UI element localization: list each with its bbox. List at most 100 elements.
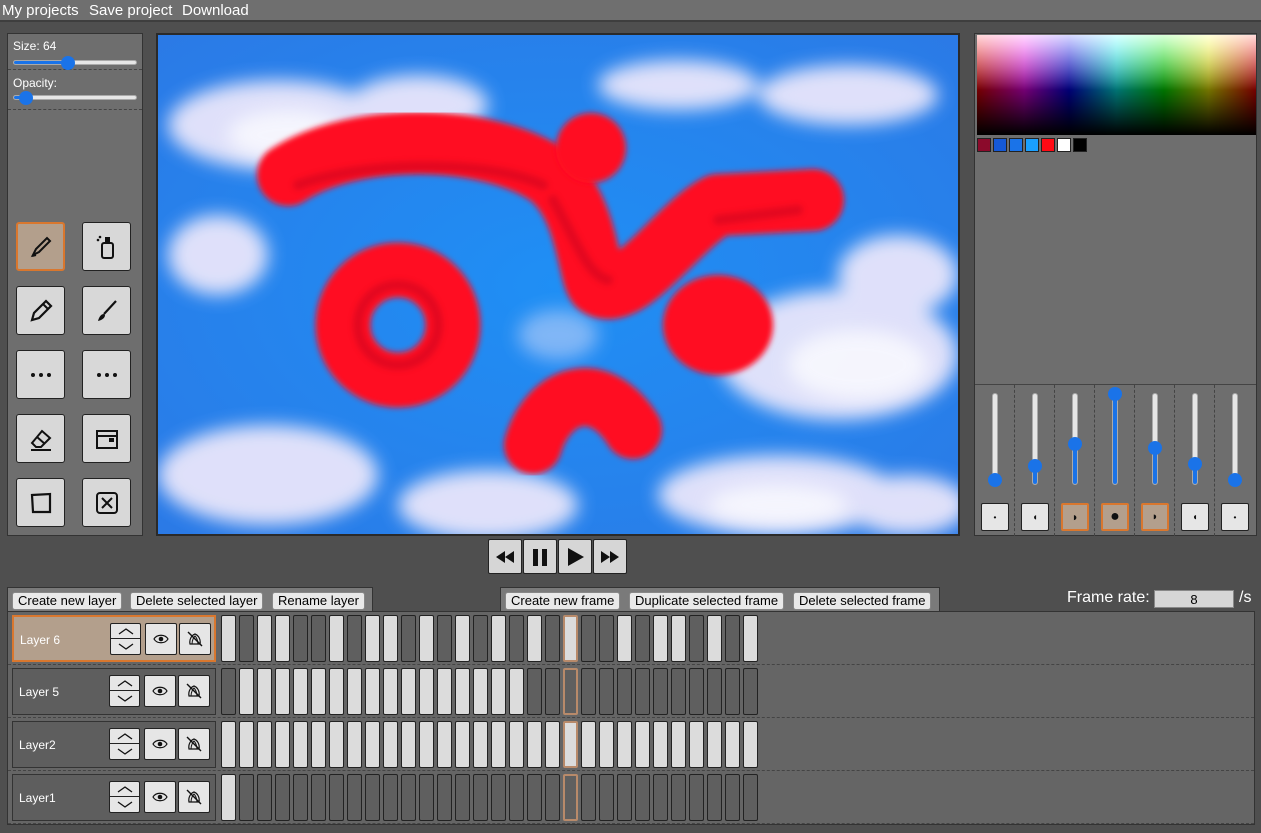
layer-card[interactable]: Layer2: [12, 721, 216, 768]
frame-cell[interactable]: [401, 615, 416, 662]
frame-cell[interactable]: [257, 668, 272, 715]
layer-card[interactable]: Layer 5: [12, 668, 216, 715]
frame-cell[interactable]: [743, 721, 758, 768]
frame-cell[interactable]: [419, 615, 434, 662]
create-frame-button[interactable]: Create new frame: [505, 592, 621, 610]
frame-cell[interactable]: [527, 615, 542, 662]
menu-download[interactable]: Download: [182, 2, 249, 19]
frame-cell[interactable]: [635, 774, 650, 821]
frame-cell[interactable]: [743, 668, 758, 715]
layer-card[interactable]: Layer1: [12, 774, 216, 821]
frame-cell[interactable]: [419, 774, 434, 821]
color-swatch[interactable]: [1057, 138, 1071, 152]
frame-cell[interactable]: [221, 774, 236, 821]
frame-cell[interactable]: [599, 774, 614, 821]
frame-cell[interactable]: [599, 668, 614, 715]
opacity-slider[interactable]: [13, 91, 137, 105]
frame-cell[interactable]: [563, 774, 578, 821]
frame-cell[interactable]: [545, 774, 560, 821]
brush-level-slider[interactable]: [1028, 393, 1042, 485]
frame-cell[interactable]: [239, 721, 254, 768]
frame-cell[interactable]: [383, 615, 398, 662]
brush-level-slider[interactable]: [1068, 393, 1082, 485]
brush-shape-button[interactable]: ◗: [1061, 503, 1089, 531]
opacity-slider-thumb[interactable]: [19, 91, 34, 105]
frame-cell[interactable]: [563, 721, 578, 768]
brush-shape-button[interactable]: ◖: [1181, 503, 1209, 531]
frame-cell[interactable]: [383, 774, 398, 821]
pause-button[interactable]: [523, 539, 557, 574]
frame-cell[interactable]: [437, 615, 452, 662]
brush-level-slider[interactable]: [1188, 393, 1202, 485]
frame-cell[interactable]: [635, 668, 650, 715]
frame-cell[interactable]: [473, 774, 488, 821]
frame-cell[interactable]: [383, 668, 398, 715]
frame-cell[interactable]: [221, 721, 236, 768]
rewind-button[interactable]: [488, 539, 522, 574]
toggle-visibility-button[interactable]: [145, 623, 177, 655]
frame-cell[interactable]: [365, 615, 380, 662]
frame-cell[interactable]: [725, 668, 740, 715]
menu-my-projects[interactable]: My projects: [2, 2, 79, 19]
menu-save-project[interactable]: Save project: [89, 2, 172, 19]
frame-cell[interactable]: [275, 668, 290, 715]
size-slider-thumb[interactable]: [60, 56, 75, 70]
move-layer-up-button[interactable]: [110, 782, 139, 797]
color-swatch[interactable]: [977, 138, 991, 152]
frame-cell[interactable]: [293, 774, 308, 821]
frame-cell[interactable]: [725, 774, 740, 821]
brush-level-thumb[interactable]: [1148, 441, 1162, 455]
frame-cell[interactable]: [401, 774, 416, 821]
frame-cell[interactable]: [527, 774, 542, 821]
frame-cell[interactable]: [707, 721, 722, 768]
frame-cell[interactable]: [599, 721, 614, 768]
frame-cell[interactable]: [491, 668, 506, 715]
frame-cell[interactable]: [707, 615, 722, 662]
frame-cell[interactable]: [365, 668, 380, 715]
color-swatch[interactable]: [1009, 138, 1023, 152]
frame-cell[interactable]: [491, 774, 506, 821]
frame-cell[interactable]: [617, 668, 632, 715]
color-swatch[interactable]: [993, 138, 1007, 152]
brush-tool[interactable]: [16, 222, 65, 271]
size-slider[interactable]: [13, 56, 137, 70]
frame-cell[interactable]: [311, 721, 326, 768]
frame-cell[interactable]: [329, 615, 344, 662]
frame-cell[interactable]: [347, 774, 362, 821]
frame-cell[interactable]: [221, 668, 236, 715]
frame-cell[interactable]: [293, 668, 308, 715]
color-swatch[interactable]: [1073, 138, 1087, 152]
frame-cell[interactable]: [581, 721, 596, 768]
frame-cell[interactable]: [491, 615, 506, 662]
dotted-tool-2[interactable]: [82, 350, 131, 399]
frame-cell[interactable]: [365, 774, 380, 821]
frame-cell[interactable]: [527, 668, 542, 715]
frame-cell[interactable]: [473, 668, 488, 715]
frame-cell[interactable]: [725, 721, 740, 768]
frame-cell[interactable]: [293, 615, 308, 662]
move-layer-up-button[interactable]: [110, 676, 139, 691]
move-layer-down-button[interactable]: [110, 797, 139, 812]
frame-cell[interactable]: [311, 668, 326, 715]
brush-level-slider[interactable]: [988, 393, 1002, 487]
frame-cell[interactable]: [455, 721, 470, 768]
brush-shape-button[interactable]: •: [981, 503, 1009, 531]
move-layer-down-button[interactable]: [111, 639, 140, 654]
move-layer-up-button[interactable]: [111, 624, 140, 639]
frame-cell[interactable]: [545, 668, 560, 715]
frame-cell[interactable]: [635, 721, 650, 768]
frame-cell[interactable]: [347, 668, 362, 715]
frame-cell[interactable]: [689, 615, 704, 662]
frame-rate-input[interactable]: [1154, 590, 1234, 608]
frame-cell[interactable]: [563, 615, 578, 662]
frame-cell[interactable]: [563, 668, 578, 715]
frame-cell[interactable]: [257, 721, 272, 768]
create-layer-button[interactable]: Create new layer: [12, 592, 123, 610]
brush-level-slider[interactable]: [1228, 393, 1242, 487]
frame-cell[interactable]: [581, 774, 596, 821]
layer-card[interactable]: Layer 6: [12, 615, 216, 662]
frame-cell[interactable]: [275, 615, 290, 662]
frame-cell[interactable]: [581, 668, 596, 715]
frame-cell[interactable]: [455, 774, 470, 821]
frame-cell[interactable]: [671, 721, 686, 768]
